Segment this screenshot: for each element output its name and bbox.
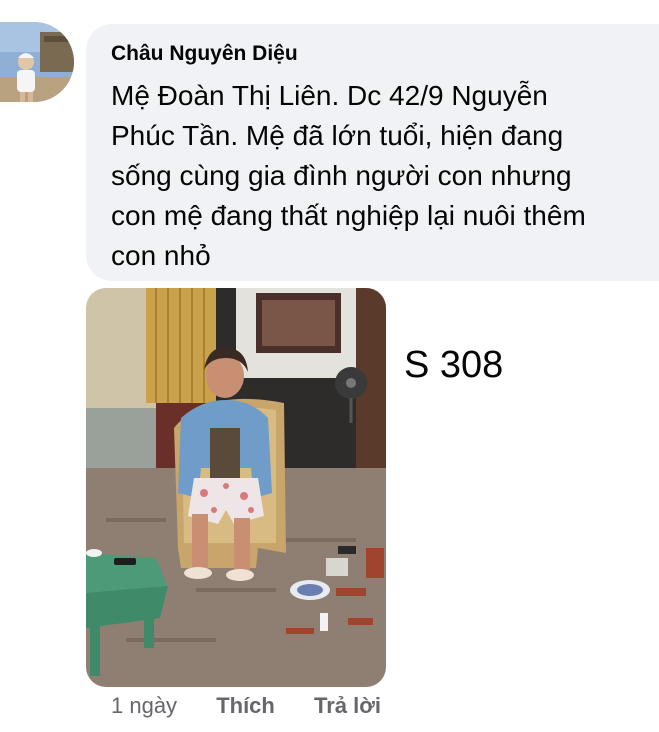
like-button[interactable]: Thích <box>216 693 275 719</box>
message-line: sống cùng gia đình người con nhưng <box>111 160 572 191</box>
attachment-code-label: S 308 <box>404 344 504 386</box>
comment-actions: 1 ngày Thích Trả lời <box>111 693 381 719</box>
message-line: con nhỏ <box>111 240 211 271</box>
attached-photo[interactable] <box>86 288 386 687</box>
comment-message: Mệ Đoàn Thị Liên. Dc 42/9 Nguyễn Phúc Tầ… <box>111 76 659 276</box>
author-avatar[interactable] <box>0 22 74 102</box>
message-line: Phúc Tần. Mệ đã lớn tuổi, hiện đang <box>111 120 564 151</box>
message-line: Mệ Đoàn Thị Liên. Dc 42/9 Nguyễn <box>111 80 548 111</box>
comment-timestamp[interactable]: 1 ngày <box>111 693 177 719</box>
reply-button[interactable]: Trả lời <box>314 693 381 719</box>
comment-author[interactable]: Châu Nguyên Diệu <box>111 42 298 66</box>
message-line: con mệ đang thất nghiệp lại nuôi thêm <box>111 200 586 231</box>
